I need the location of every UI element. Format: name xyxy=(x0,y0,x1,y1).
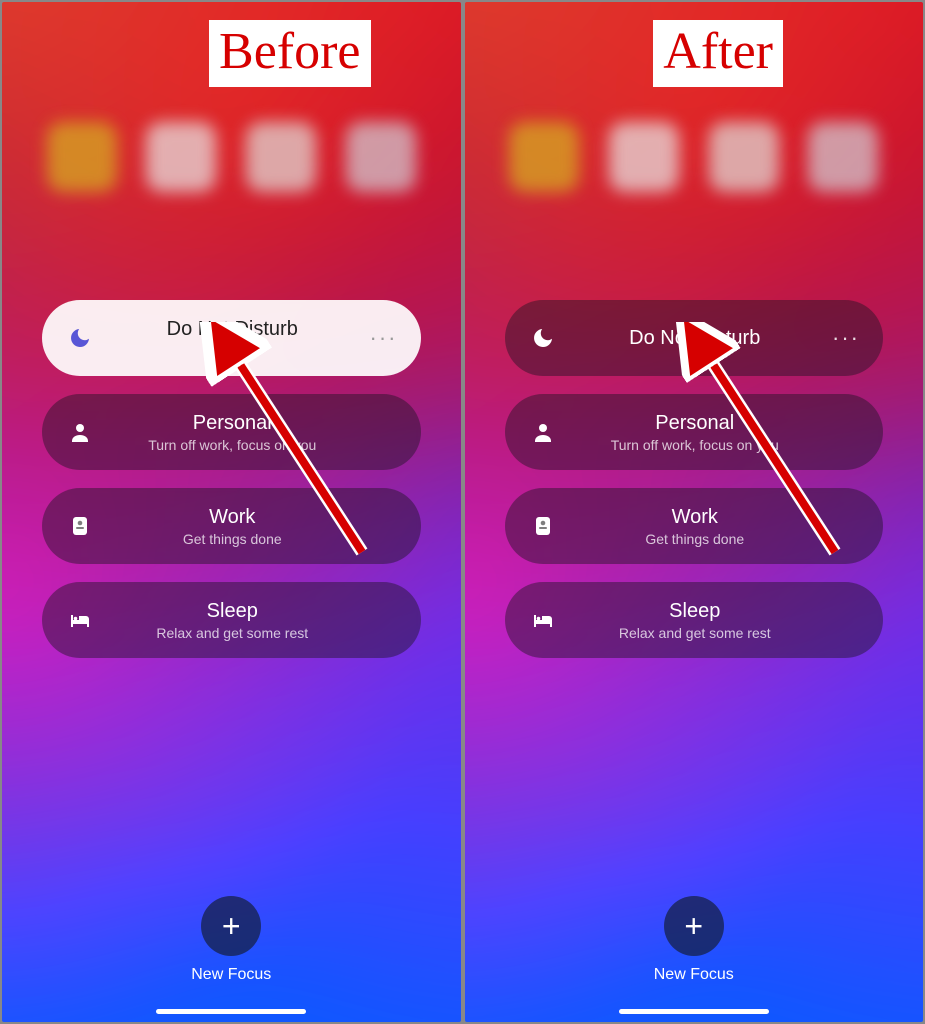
focus-item-text: Personal Turn off work, focus on you xyxy=(559,412,832,453)
bed-icon xyxy=(527,608,559,632)
moon-icon xyxy=(527,326,559,350)
new-focus-label: New Focus xyxy=(654,966,734,984)
moon-icon xyxy=(64,326,96,350)
focus-item-subtitle: Turn off work, focus on you xyxy=(106,437,359,453)
before-panel: Before Do Not Disturb On ··· Personal Turn o… xyxy=(2,2,461,1022)
more-icon[interactable]: ··· xyxy=(369,325,399,351)
home-indicator[interactable] xyxy=(156,1009,306,1014)
blurred-app-icon xyxy=(709,122,779,192)
focus-item-text: Do Not Disturb xyxy=(559,327,832,350)
new-focus-section: + New Focus xyxy=(2,896,461,984)
focus-item-work[interactable]: Work Get things done xyxy=(42,488,421,564)
new-focus-button[interactable]: + xyxy=(201,896,261,956)
badge-icon xyxy=(527,514,559,538)
person-icon xyxy=(527,420,559,444)
focus-item-do-not-disturb[interactable]: Do Not Disturb ··· xyxy=(505,300,884,376)
focus-item-subtitle: Get things done xyxy=(569,531,822,547)
new-focus-label: New Focus xyxy=(191,966,271,984)
blurred-app-icon xyxy=(609,122,679,192)
badge-icon xyxy=(64,514,96,538)
home-indicator[interactable] xyxy=(619,1009,769,1014)
focus-item-sleep[interactable]: Sleep Relax and get some rest xyxy=(505,582,884,658)
bed-icon xyxy=(64,608,96,632)
after-label: After xyxy=(653,20,783,87)
blurred-app-icon xyxy=(146,122,216,192)
before-label: Before xyxy=(209,20,370,87)
blurred-app-icon xyxy=(509,122,579,192)
focus-item-title: Do Not Disturb xyxy=(569,327,822,350)
focus-item-subtitle: Relax and get some rest xyxy=(106,625,359,641)
focus-item-title: Do Not Disturb xyxy=(106,318,359,341)
blurred-app-icon xyxy=(47,122,117,192)
after-panel: After Do Not Disturb ··· Personal Turn off … xyxy=(465,2,924,1022)
focus-item-title: Sleep xyxy=(106,600,359,623)
more-icon[interactable]: ··· xyxy=(831,325,861,351)
focus-item-title: Work xyxy=(106,506,359,529)
blurred-app-icon xyxy=(346,122,416,192)
new-focus-section: + New Focus xyxy=(465,896,924,984)
blurred-app-icon xyxy=(246,122,316,192)
focus-item-personal[interactable]: Personal Turn off work, focus on you xyxy=(505,394,884,470)
focus-item-subtitle: Get things done xyxy=(106,531,359,547)
focus-item-subtitle: Relax and get some rest xyxy=(569,625,822,641)
focus-item-subtitle: Turn off work, focus on you xyxy=(569,437,822,453)
focus-item-title: Personal xyxy=(569,412,822,435)
focus-item-subtitle: On xyxy=(106,343,359,359)
focus-item-text: Work Get things done xyxy=(96,506,369,547)
homescreen-icon-row xyxy=(2,122,461,192)
focus-item-text: Personal Turn off work, focus on you xyxy=(96,412,369,453)
homescreen-icon-row xyxy=(465,122,924,192)
focus-item-title: Work xyxy=(569,506,822,529)
plus-icon: + xyxy=(684,908,703,945)
focus-item-text: Do Not Disturb On xyxy=(96,318,369,359)
blurred-app-icon xyxy=(808,122,878,192)
focus-item-text: Work Get things done xyxy=(559,506,832,547)
person-icon xyxy=(64,420,96,444)
focus-item-title: Sleep xyxy=(569,600,822,623)
focus-item-sleep[interactable]: Sleep Relax and get some rest xyxy=(42,582,421,658)
focus-mode-list: Do Not Disturb ··· Personal Turn off work, … xyxy=(505,300,884,658)
new-focus-button[interactable]: + xyxy=(664,896,724,956)
focus-item-text: Sleep Relax and get some rest xyxy=(96,600,369,641)
focus-mode-list: Do Not Disturb On ··· Personal Turn off work… xyxy=(42,300,421,658)
plus-icon: + xyxy=(222,908,241,945)
focus-item-title: Personal xyxy=(106,412,359,435)
focus-item-do-not-disturb[interactable]: Do Not Disturb On ··· xyxy=(42,300,421,376)
focus-item-work[interactable]: Work Get things done xyxy=(505,488,884,564)
focus-item-personal[interactable]: Personal Turn off work, focus on you xyxy=(42,394,421,470)
focus-item-text: Sleep Relax and get some rest xyxy=(559,600,832,641)
